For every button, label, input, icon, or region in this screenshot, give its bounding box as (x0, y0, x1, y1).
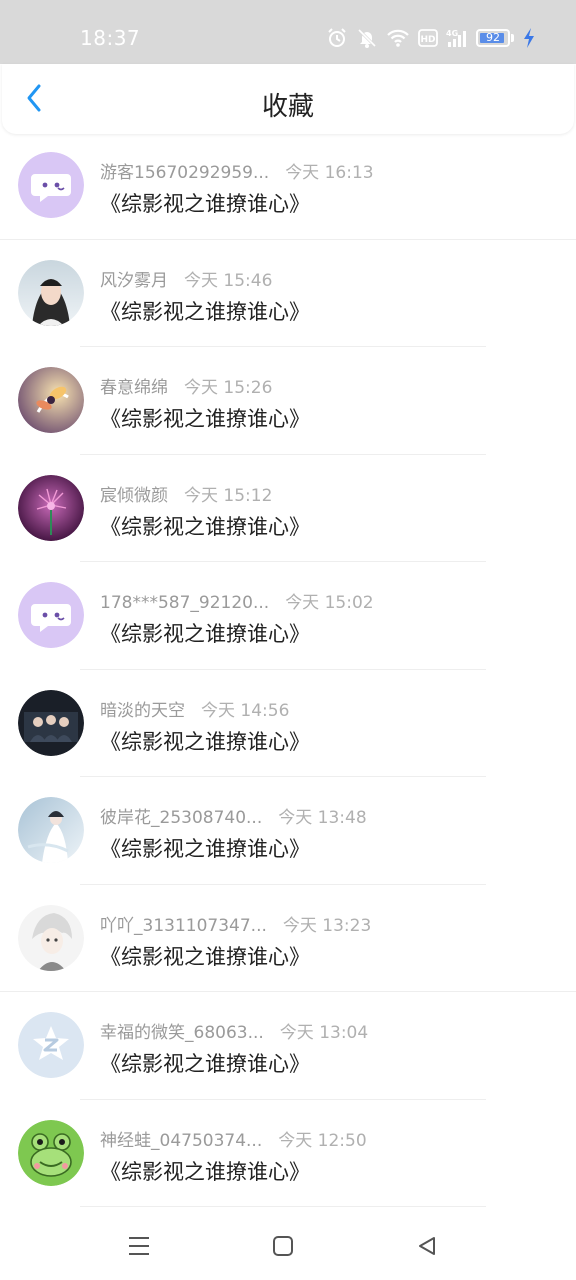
avatar[interactable] (18, 1119, 84, 1186)
item-meta: 彼岸花_25308740... 今天 13:48 (100, 803, 367, 828)
divider (80, 1206, 486, 1207)
timestamp: 今天 15:26 (184, 378, 273, 398)
username: 春意绵绵 (100, 378, 168, 398)
list-item[interactable]: 178***587_92120... 今天 15:02 《综影视之谁撩谁心》 (0, 562, 576, 670)
book-title: 《综影视之谁撩谁心》 (100, 622, 310, 646)
timestamp: 今天 15:46 (184, 270, 273, 291)
back-triangle-icon (416, 1235, 438, 1261)
item-meta: 暗淡的天空 今天 14:56 (100, 696, 289, 721)
book-title: 《综影视之谁撩谁心》 (100, 729, 310, 754)
book-title: 《综影视之谁撩谁心》 (100, 1052, 310, 1076)
avatar[interactable] (18, 582, 84, 648)
svg-text:HD: HD (420, 35, 435, 45)
timestamp: 今天 16:13 (285, 163, 374, 183)
avatar[interactable] (18, 904, 84, 971)
svg-text:4G: 4G (446, 29, 458, 38)
book-title: 《综影视之谁撩谁心》 (100, 407, 310, 431)
item-meta: 春意绵绵 今天 15:26 (100, 373, 272, 398)
timestamp: 今天 12:50 (278, 1130, 367, 1151)
battery-icon: 92 (476, 29, 510, 47)
list-item[interactable]: 宸倾微颜 今天 15:12 《综影视之谁撩谁心》 (0, 455, 576, 562)
header: 收藏 (2, 64, 574, 134)
battery-level: 92 (486, 31, 500, 44)
avatar[interactable] (18, 797, 84, 863)
nav-bar (0, 1212, 576, 1280)
timestamp: 今天 15:02 (285, 593, 374, 613)
charging-icon (522, 27, 536, 49)
4g-signal-icon: 4G (446, 28, 468, 48)
avatar[interactable] (18, 152, 84, 218)
status-bar: 18:37 HD 4G 92 (0, 0, 576, 64)
username: 彼岸花_25308740... (100, 808, 263, 828)
timestamp: 今天 13:23 (282, 915, 372, 936)
book-title: 《综影视之谁撩谁心》 (100, 299, 310, 324)
item-meta: 幸福的微笑_68063... 今天 13:04 (100, 1018, 368, 1043)
list-item[interactable]: 游客15670292959... 今天 16:13 《综影视之谁撩谁心》 (0, 132, 576, 240)
avatar[interactable] (18, 689, 84, 756)
list-item[interactable]: 春意绵绵 今天 15:26 《综影视之谁撩谁心》 (0, 347, 576, 455)
list-item[interactable]: 暗淡的天空 今天 14:56 《综影视之谁撩谁心》 (0, 670, 576, 777)
username: 暗淡的天空 (100, 700, 185, 721)
timestamp: 今天 13:04 (279, 1023, 369, 1043)
username: 风汐雾月 (100, 270, 168, 291)
mute-icon (356, 27, 378, 49)
username: 幸福的微笑_68063... (100, 1023, 264, 1043)
book-title: 《综影视之谁撩谁心》 (100, 192, 310, 216)
book-title: 《综影视之谁撩谁心》 (100, 1159, 310, 1184)
status-time: 18:37 (80, 26, 141, 50)
username: 神经蛙_04750374... (100, 1130, 263, 1151)
item-meta: 神经蛙_04750374... 今天 12:50 (100, 1126, 367, 1151)
home-button[interactable] (265, 1230, 301, 1266)
timestamp: 今天 15:12 (184, 485, 273, 506)
back-nav-button[interactable] (409, 1230, 445, 1266)
book-title: 《综影视之谁撩谁心》 (100, 837, 310, 861)
avatar[interactable] (18, 474, 84, 541)
favorites-list: 游客15670292959... 今天 16:13 《综影视之谁撩谁心》 风汐雾月 今天… (0, 132, 576, 1207)
item-meta: 宸倾微颜 今天 15:12 (100, 481, 272, 506)
hd-icon: HD (418, 29, 438, 47)
menu-icon (127, 1235, 151, 1261)
book-title: 《综影视之谁撩谁心》 (100, 944, 310, 969)
menu-button[interactable] (121, 1230, 157, 1266)
username: 游客15670292959... (100, 163, 270, 183)
page-title: 收藏 (261, 92, 314, 122)
home-square-icon (272, 1235, 294, 1261)
item-meta: 吖吖_3131107347... 今天 13:23 (100, 911, 371, 936)
avatar[interactable] (18, 367, 84, 433)
list-item[interactable]: 幸福的微笑_68063... 今天 13:04 《综影视之谁撩谁心》 (0, 992, 576, 1100)
avatar[interactable] (18, 259, 84, 326)
username: 吖吖_3131107347... (100, 915, 267, 936)
status-icons: HD 4G 92 (326, 24, 536, 52)
item-meta: 178***587_92120... 今天 15:02 (100, 588, 374, 613)
avatar[interactable] (18, 1012, 84, 1078)
username: 宸倾微颜 (100, 485, 168, 506)
list-item[interactable]: 彼岸花_25308740... 今天 13:48 《综影视之谁撩谁心》 (0, 777, 576, 885)
list-item[interactable]: 风汐雾月 今天 15:46 《综影视之谁撩谁心》 (0, 240, 576, 347)
item-meta: 游客15670292959... 今天 16:13 (100, 158, 374, 183)
alarm-icon (326, 27, 348, 49)
list-item[interactable]: 吖吖_3131107347... 今天 13:23 《综影视之谁撩谁心》 (0, 885, 576, 992)
list-item[interactable]: 神经蛙_04750374... 今天 12:50 《综影视之谁撩谁心》 (0, 1100, 576, 1207)
timestamp: 今天 14:56 (201, 700, 290, 721)
wifi-icon (386, 28, 410, 48)
book-title: 《综影视之谁撩谁心》 (100, 514, 310, 539)
username: 178***587_92120... (100, 593, 270, 613)
item-meta: 风汐雾月 今天 15:46 (100, 266, 272, 291)
timestamp: 今天 13:48 (278, 808, 367, 828)
battery-cap (511, 34, 514, 42)
